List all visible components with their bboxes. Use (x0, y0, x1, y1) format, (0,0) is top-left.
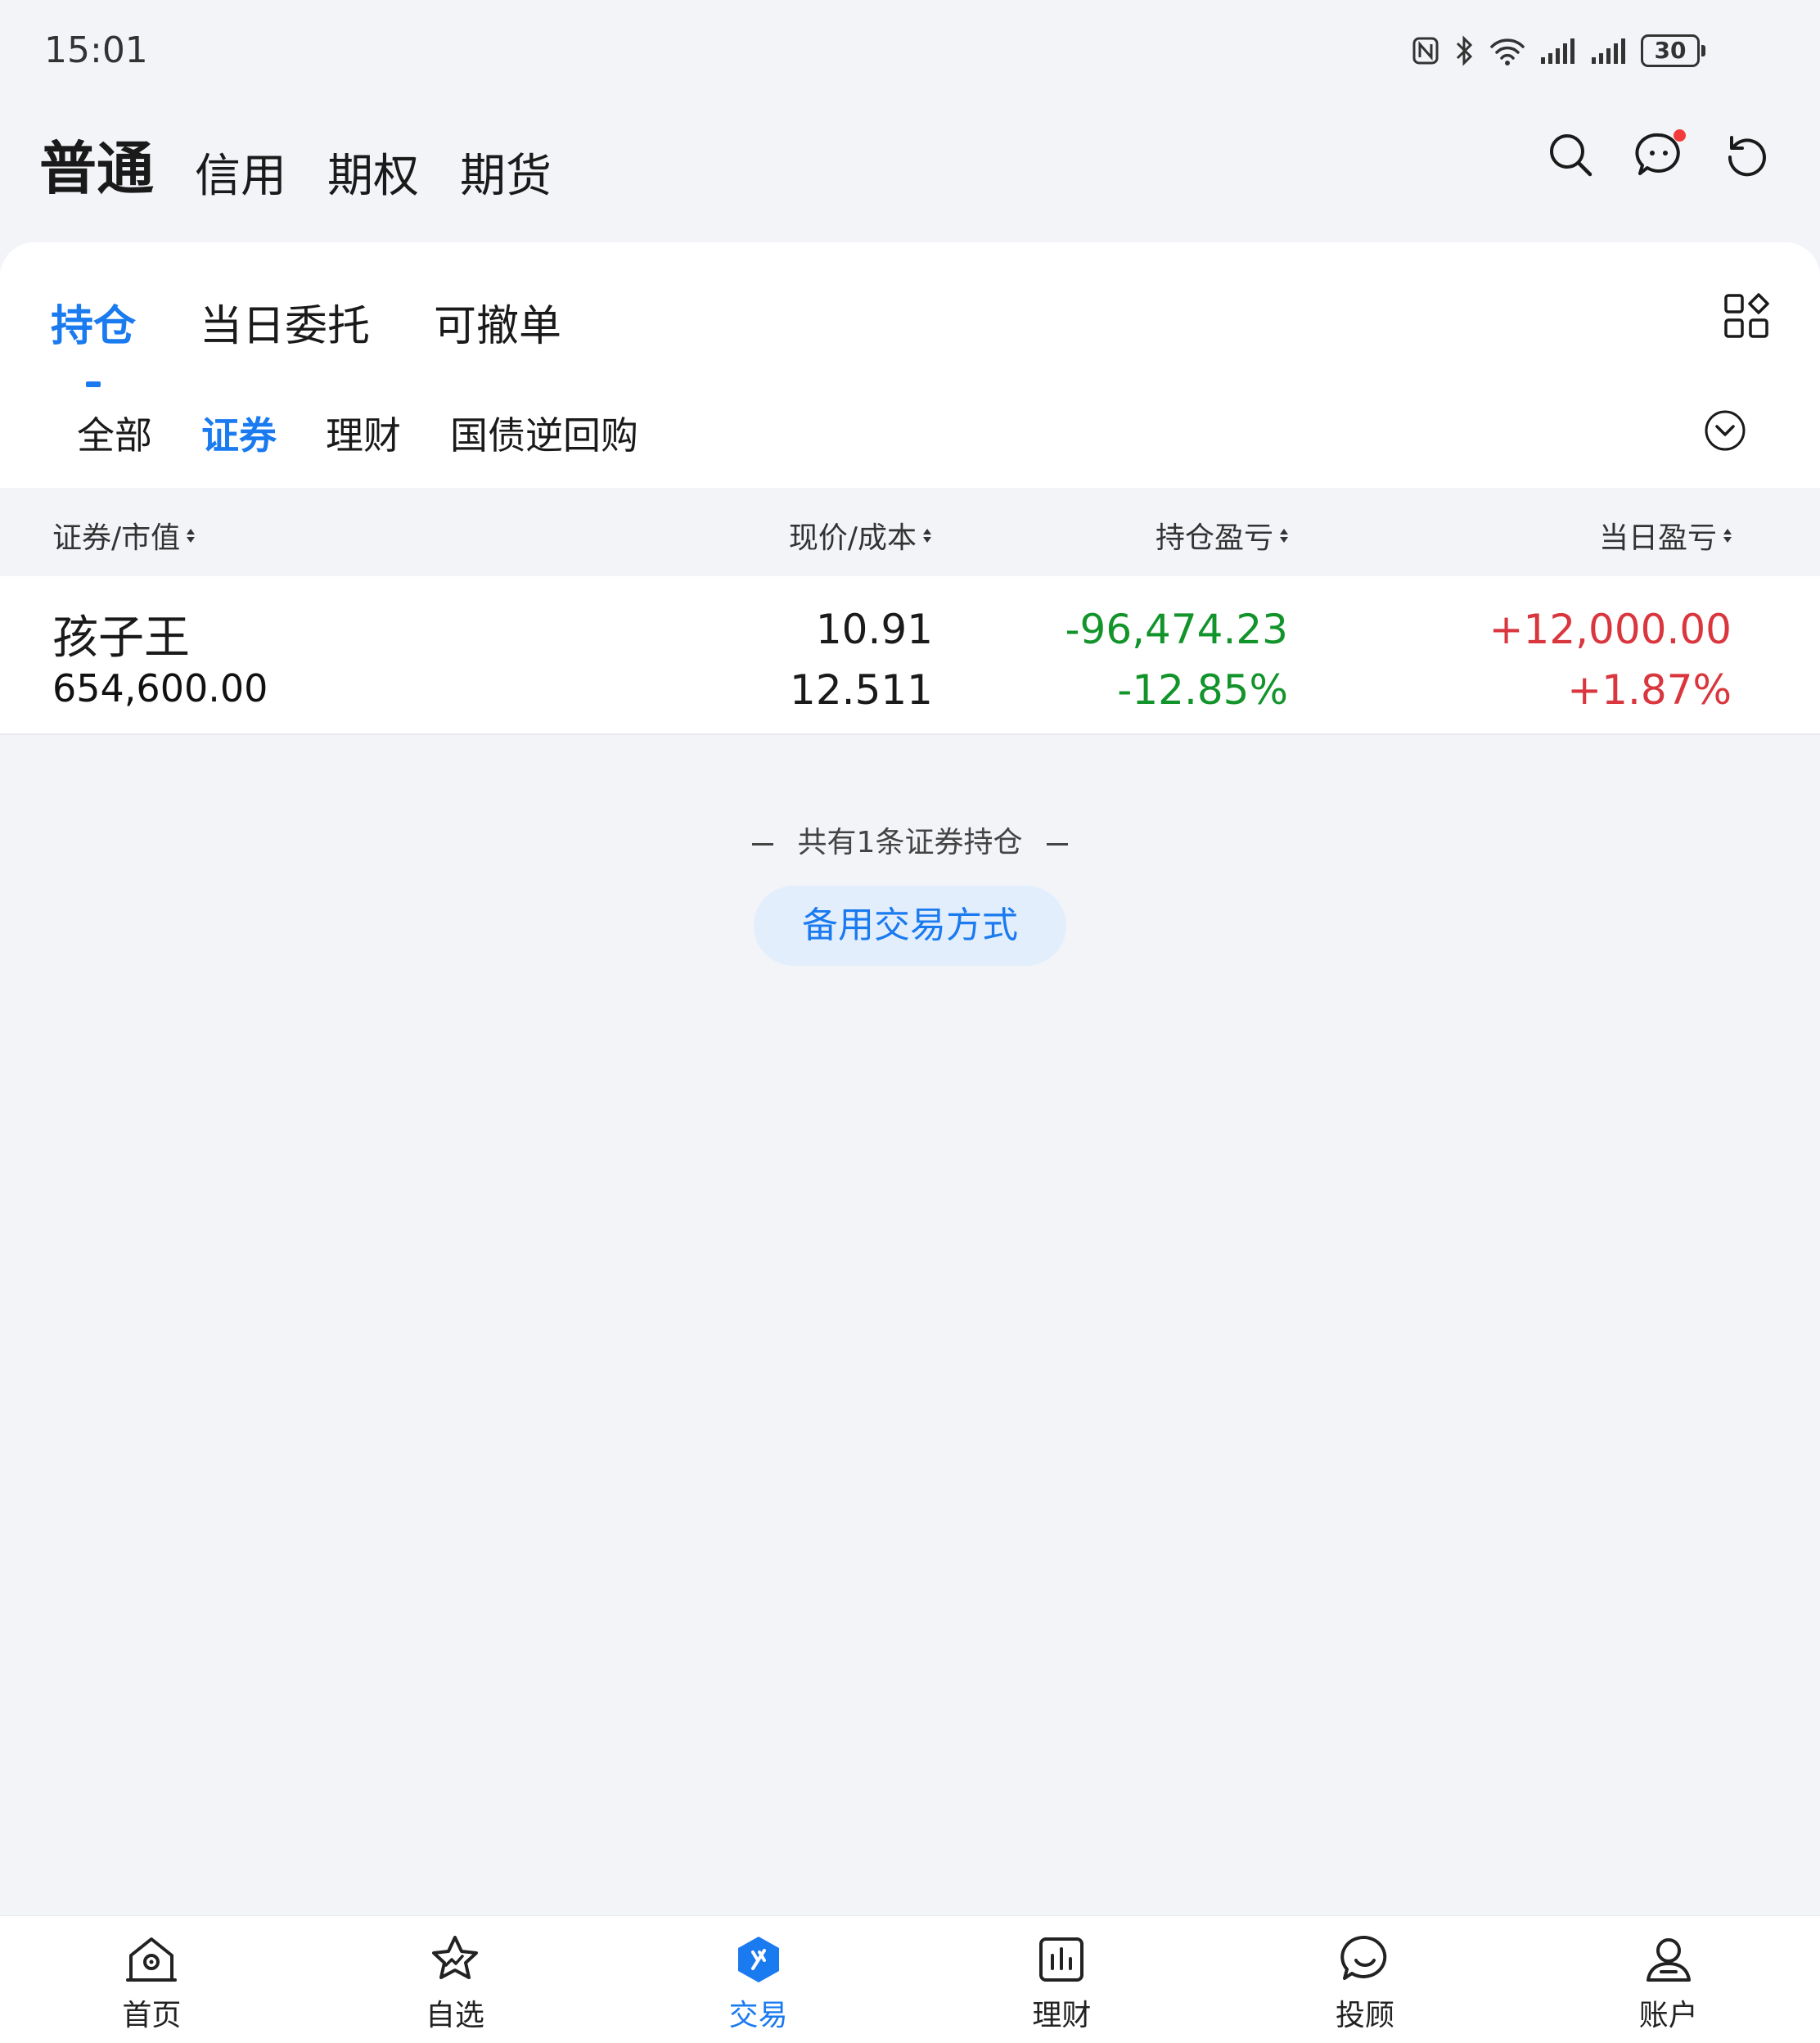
subtab-wealth[interactable]: 理财 (326, 406, 401, 460)
sort-icon (1280, 528, 1288, 543)
signal-icon-1 (1541, 38, 1574, 64)
tab-futures[interactable]: 期货 (460, 139, 552, 205)
nav-finance[interactable]: 理财 (910, 1916, 1214, 2043)
finance-icon (1039, 1937, 1084, 1982)
tab-today-orders[interactable]: 当日委托 (200, 291, 370, 369)
nav-trade[interactable]: 交易 (606, 1916, 910, 2043)
nfc-icon (1412, 37, 1439, 65)
grid-icon (1724, 293, 1769, 338)
wifi-icon (1490, 38, 1525, 65)
hold-pl: -96,474.23 (1065, 606, 1288, 653)
bottom-nav: 首页 自选 交易 理财 投顾 账户 (0, 1915, 1820, 2043)
star-icon (432, 1936, 478, 1979)
positions-card: 持仓 当日委托 可撤单 全部 证券 理财 国债逆回购 (0, 242, 1820, 488)
positions-summary: 共有1条证券持仓 (0, 819, 1820, 861)
market-value: 654,600.00 (52, 666, 268, 710)
status-time: 15:01 (44, 29, 148, 71)
refresh-button[interactable] (1723, 131, 1771, 178)
current-price: 10.91 (815, 606, 933, 653)
tab-normal[interactable]: 普通 (39, 123, 154, 205)
account-type-tabs: 普通 信用 期权 期货 (39, 123, 552, 205)
header-security[interactable]: 证券/市值 (52, 514, 196, 557)
subtab-all[interactable]: 全部 (77, 406, 152, 460)
signal-icon-2 (1592, 38, 1625, 64)
hold-pl-pct: -12.85% (1117, 666, 1288, 714)
chevron-down-icon (1705, 410, 1746, 451)
layout-grid-button[interactable] (1723, 293, 1769, 339)
main-tabs: 持仓 当日委托 可撤单 (51, 291, 561, 387)
message-button[interactable] (1635, 129, 1686, 178)
refresh-icon (1728, 136, 1766, 177)
nav-advisor[interactable]: 投顾 (1214, 1916, 1517, 2043)
bluetooth-icon (1456, 35, 1473, 66)
home-icon (126, 1937, 178, 1982)
alt-trade-button[interactable]: 备用交易方式 (754, 886, 1066, 966)
tab-options[interactable]: 期权 (327, 139, 419, 205)
nav-home[interactable]: 首页 (0, 1916, 304, 2043)
security-name: 孩子王 (52, 611, 190, 665)
sub-tabs: 全部 证券 理财 国债逆回购 (77, 406, 638, 460)
sort-icon (1723, 528, 1732, 543)
status-bar: 15:01 30 (0, 0, 1820, 102)
top-actions (1547, 129, 1771, 178)
search-button[interactable] (1547, 131, 1594, 178)
subtab-reverse-repo[interactable]: 国债逆回购 (450, 406, 638, 460)
search-icon (1550, 134, 1592, 177)
battery-level: 30 (1641, 34, 1700, 67)
header-hold-pl[interactable]: 持仓盈亏 (1156, 514, 1288, 557)
notification-dot (1674, 129, 1686, 142)
tab-cancelable[interactable]: 可撤单 (434, 291, 561, 369)
day-pl: +12,000.00 (1489, 606, 1732, 653)
expand-button[interactable] (1704, 409, 1746, 452)
header-price[interactable]: 现价/成本 (789, 514, 931, 557)
table-row[interactable]: 孩子王 654,600.00 10.91 12.511 -96,474.23 -… (0, 576, 1820, 735)
status-icons: 30 (1412, 31, 1705, 70)
trade-icon (737, 1937, 779, 1982)
cost-price: 12.511 (790, 666, 933, 714)
header-day-pl[interactable]: 当日盈亏 (1599, 514, 1732, 557)
battery-icon: 30 (1641, 34, 1705, 67)
nav-account[interactable]: 账户 (1516, 1916, 1820, 2043)
advisor-icon (1340, 1935, 1387, 1980)
subtab-securities[interactable]: 证券 (201, 406, 277, 460)
account-icon (1646, 1938, 1691, 1982)
tab-positions[interactable]: 持仓 (51, 291, 136, 387)
sort-icon (187, 528, 196, 543)
sort-icon (923, 528, 931, 543)
tab-credit[interactable]: 信用 (195, 139, 286, 205)
day-pl-pct: +1.87% (1567, 666, 1732, 714)
table-header: 证券/市值 现价/成本 持仓盈亏 当日盈亏 (0, 488, 1820, 576)
nav-watchlist[interactable]: 自选 (304, 1916, 607, 2043)
